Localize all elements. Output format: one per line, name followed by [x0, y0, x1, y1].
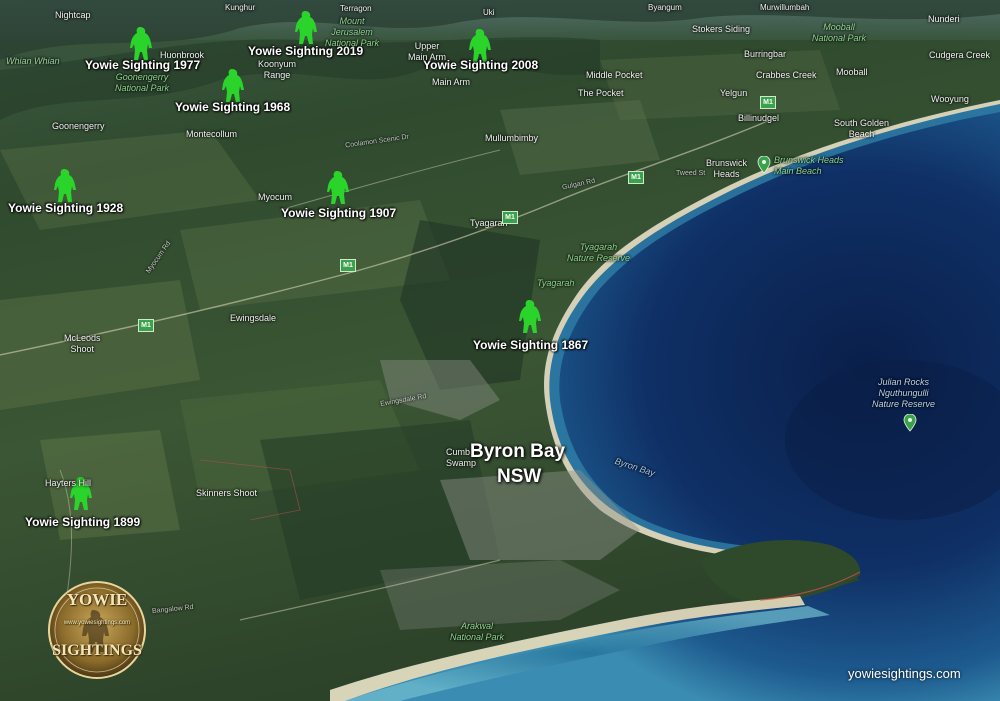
- place-mullumbimby: Mullumbimby: [485, 133, 539, 143]
- place-mooball: Mooball: [836, 67, 868, 77]
- place-nunderi: Nunderi: [928, 14, 960, 24]
- m1-shield-icon: M1: [760, 96, 776, 109]
- green-pin-icon[interactable]: [903, 414, 917, 432]
- park-mount-jerusalem: Mount Jerusalem National Park: [325, 16, 380, 48]
- place-montecollum: Montecollum: [186, 129, 238, 139]
- yowie-silhouette-icon[interactable]: [293, 10, 319, 46]
- place-byangum: Byangum: [648, 3, 682, 12]
- place-cudgera-creek: Cudgera Creek: [929, 50, 991, 60]
- badge-bottom-text: SIGHTINGS: [52, 642, 142, 659]
- sighting-label-1899[interactable]: Yowie Sighting 1899: [25, 515, 140, 529]
- park-brunswick-beach: Brunswick Heads Main Beach: [774, 155, 844, 176]
- place-the-pocket: The Pocket: [578, 88, 624, 98]
- yowie-sightings-badge[interactable]: YOWIE www.yowiesightings.com SIGHTINGS: [47, 580, 147, 680]
- badge-top-text: YOWIE: [66, 590, 128, 609]
- city-name: Byron Bay: [470, 441, 566, 462]
- place-terragon: Terragon: [340, 4, 372, 13]
- place-south-golden-beach: South Golden Beach: [834, 118, 890, 139]
- m1-shield-icon: M1: [628, 171, 644, 184]
- place-main-arm: Main Arm: [432, 77, 471, 87]
- place-uki: Uki: [483, 8, 495, 17]
- park-tyagarah-nr: Tyagarah Nature Reserve: [567, 242, 631, 263]
- map-stage[interactable]: Yowie Sighting 1977 Yowie Sighting 2019 …: [0, 0, 1000, 701]
- place-myocum: Myocum: [258, 192, 293, 202]
- place-middle-pocket: Middle Pocket: [586, 70, 643, 80]
- place-stokers-siding: Stokers Siding: [692, 24, 751, 34]
- place-hayters-hill: Hayters Hill: [45, 478, 92, 488]
- water-whian-whian: Whian Whian: [6, 56, 60, 66]
- m1-shield-icon: M1: [502, 211, 518, 224]
- place-skinners-shoot: Skinners Shoot: [196, 488, 258, 498]
- place-yelgun: Yelgun: [720, 88, 748, 98]
- place-upper-main-arm: Upper Main Arm: [408, 41, 447, 62]
- sighting-label-1928[interactable]: Yowie Sighting 1928: [8, 201, 123, 215]
- place-wooyung: Wooyung: [931, 94, 969, 104]
- city-state: NSW: [497, 466, 542, 487]
- badge-url-text: www.yowiesightings.com: [63, 620, 131, 626]
- green-pin-icon[interactable]: [757, 156, 771, 174]
- sighting-label-1867[interactable]: Yowie Sighting 1867: [473, 338, 588, 352]
- yowie-silhouette-icon[interactable]: [325, 170, 351, 206]
- park-goonengerry: Goonengerry National Park: [115, 72, 170, 93]
- m1-shield-icon: M1: [340, 259, 356, 272]
- yowie-silhouette-icon[interactable]: [52, 168, 78, 204]
- place-cumbebin-swamp: Cumb Swamp: [446, 447, 477, 468]
- sighting-label-1977[interactable]: Yowie Sighting 1977: [85, 58, 200, 72]
- road-tweed: Tweed St: [676, 170, 706, 177]
- place-brunswick-heads: Brunswick Heads: [706, 158, 748, 179]
- yowie-silhouette-icon[interactable]: [517, 299, 543, 335]
- park-arakwal: Arakwal National Park: [450, 621, 505, 642]
- place-burringbar: Burringbar: [744, 49, 787, 59]
- park-tyagarah-beach: Tyagarah: [537, 278, 575, 288]
- place-goonengerry: Goonengerry: [52, 121, 105, 131]
- park-mooball: Mooball National Park: [812, 22, 867, 43]
- place-kunghur: Kunghur: [225, 3, 256, 12]
- sighting-label-1968[interactable]: Yowie Sighting 1968: [175, 100, 290, 114]
- place-mcleods-shoot: McLeods Shoot: [64, 333, 101, 354]
- m1-shield-icon: M1: [138, 319, 154, 332]
- place-billinudgel: Billinudgel: [738, 113, 780, 123]
- place-nightcap: Nightcap: [55, 10, 91, 20]
- watermark-text: yowiesightings.com: [848, 666, 961, 681]
- park-julian-rocks: Julian Rocks Nguthungulli Nature Reserve: [872, 377, 936, 409]
- place-murwillumbah: Murwillumbah: [760, 3, 810, 12]
- sighting-label-1907[interactable]: Yowie Sighting 1907: [281, 206, 396, 220]
- place-crabbes-creek: Crabbes Creek: [756, 70, 817, 80]
- place-koonyum-range: Koonyum Range: [258, 59, 297, 80]
- place-ewingsdale: Ewingsdale: [230, 313, 277, 323]
- yowie-silhouette-icon[interactable]: [128, 26, 154, 62]
- yowie-silhouette-icon[interactable]: [220, 68, 246, 104]
- place-huonbrook: Huonbrook: [160, 50, 205, 60]
